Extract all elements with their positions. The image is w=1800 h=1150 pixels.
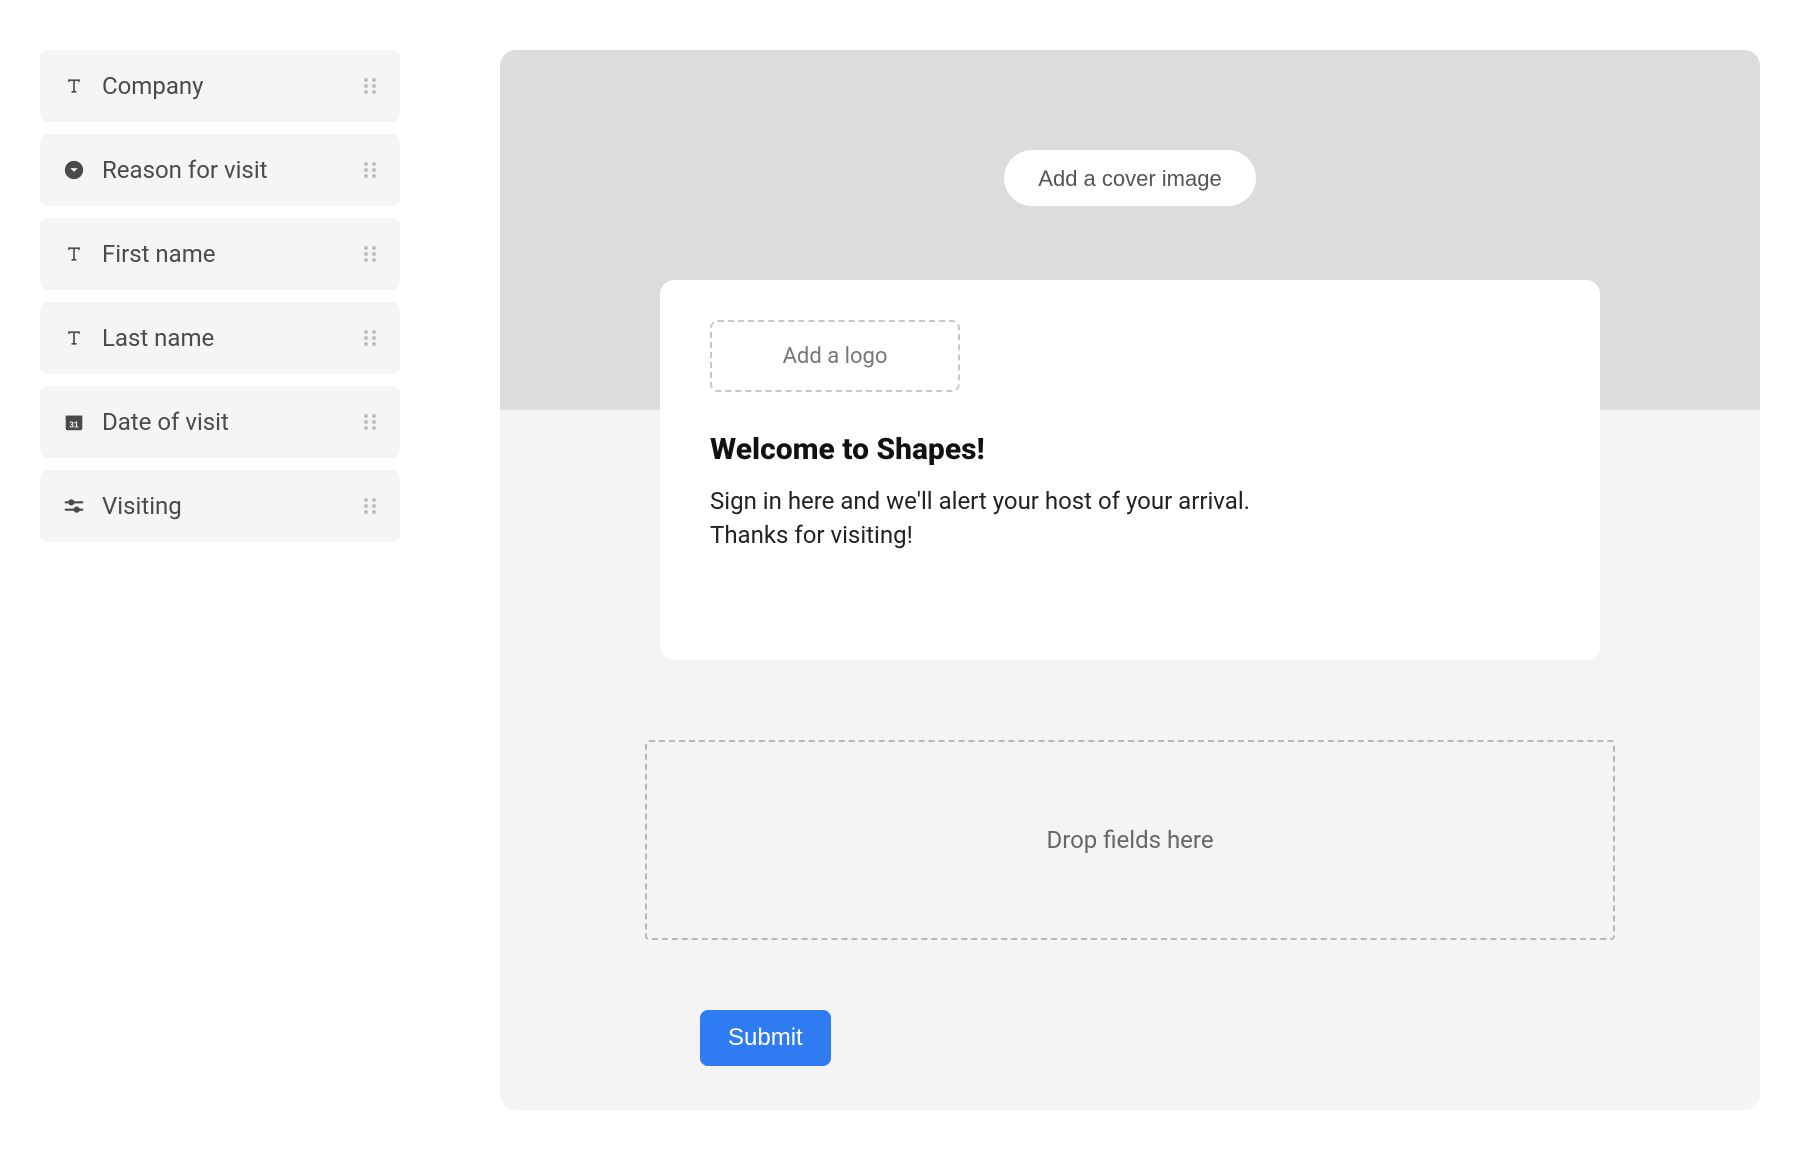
- add-cover-image-button[interactable]: Add a cover image: [1004, 150, 1255, 206]
- calendar-icon: 31: [62, 410, 86, 434]
- field-item-visiting[interactable]: Visiting: [40, 470, 400, 542]
- drag-handle-icon[interactable]: [362, 74, 378, 98]
- submit-button[interactable]: Submit: [700, 1010, 831, 1066]
- dropdown-icon: [62, 158, 86, 182]
- field-label: Reason for visit: [102, 156, 362, 184]
- form-canvas-wrapper: Add a cover image Add a logo Welcome to …: [500, 50, 1760, 1100]
- field-item-company[interactable]: Company: [40, 50, 400, 122]
- field-label: First name: [102, 240, 362, 268]
- field-palette: Company Reason for visit First name Last…: [40, 50, 440, 1100]
- field-item-first-name[interactable]: First name: [40, 218, 400, 290]
- welcome-body: Sign in here and we'll alert your host o…: [710, 485, 1550, 552]
- drag-handle-icon[interactable]: [362, 326, 378, 350]
- svg-text:31: 31: [69, 421, 79, 430]
- field-label: Company: [102, 72, 362, 100]
- field-item-date-of-visit[interactable]: 31 Date of visit: [40, 386, 400, 458]
- welcome-body-line1: Sign in here and we'll alert your host o…: [710, 487, 1250, 515]
- field-label: Last name: [102, 324, 362, 352]
- text-icon: [62, 326, 86, 350]
- text-icon: [62, 242, 86, 266]
- drag-handle-icon[interactable]: [362, 494, 378, 518]
- drag-handle-icon[interactable]: [362, 242, 378, 266]
- add-logo-button[interactable]: Add a logo: [710, 320, 960, 392]
- text-icon: [62, 74, 86, 98]
- field-label: Visiting: [102, 492, 362, 520]
- form-canvas: Add a cover image Add a logo Welcome to …: [500, 50, 1760, 1110]
- welcome-card: Add a logo Welcome to Shapes! Sign in he…: [660, 280, 1600, 660]
- slider-icon: [62, 494, 86, 518]
- field-label: Date of visit: [102, 408, 362, 436]
- welcome-body-line2: Thanks for visiting!: [710, 521, 913, 549]
- field-item-reason-for-visit[interactable]: Reason for visit: [40, 134, 400, 206]
- drag-handle-icon[interactable]: [362, 410, 378, 434]
- welcome-title: Welcome to Shapes!: [710, 432, 1550, 467]
- field-item-last-name[interactable]: Last name: [40, 302, 400, 374]
- drop-fields-zone[interactable]: Drop fields here: [645, 740, 1615, 940]
- drag-handle-icon[interactable]: [362, 158, 378, 182]
